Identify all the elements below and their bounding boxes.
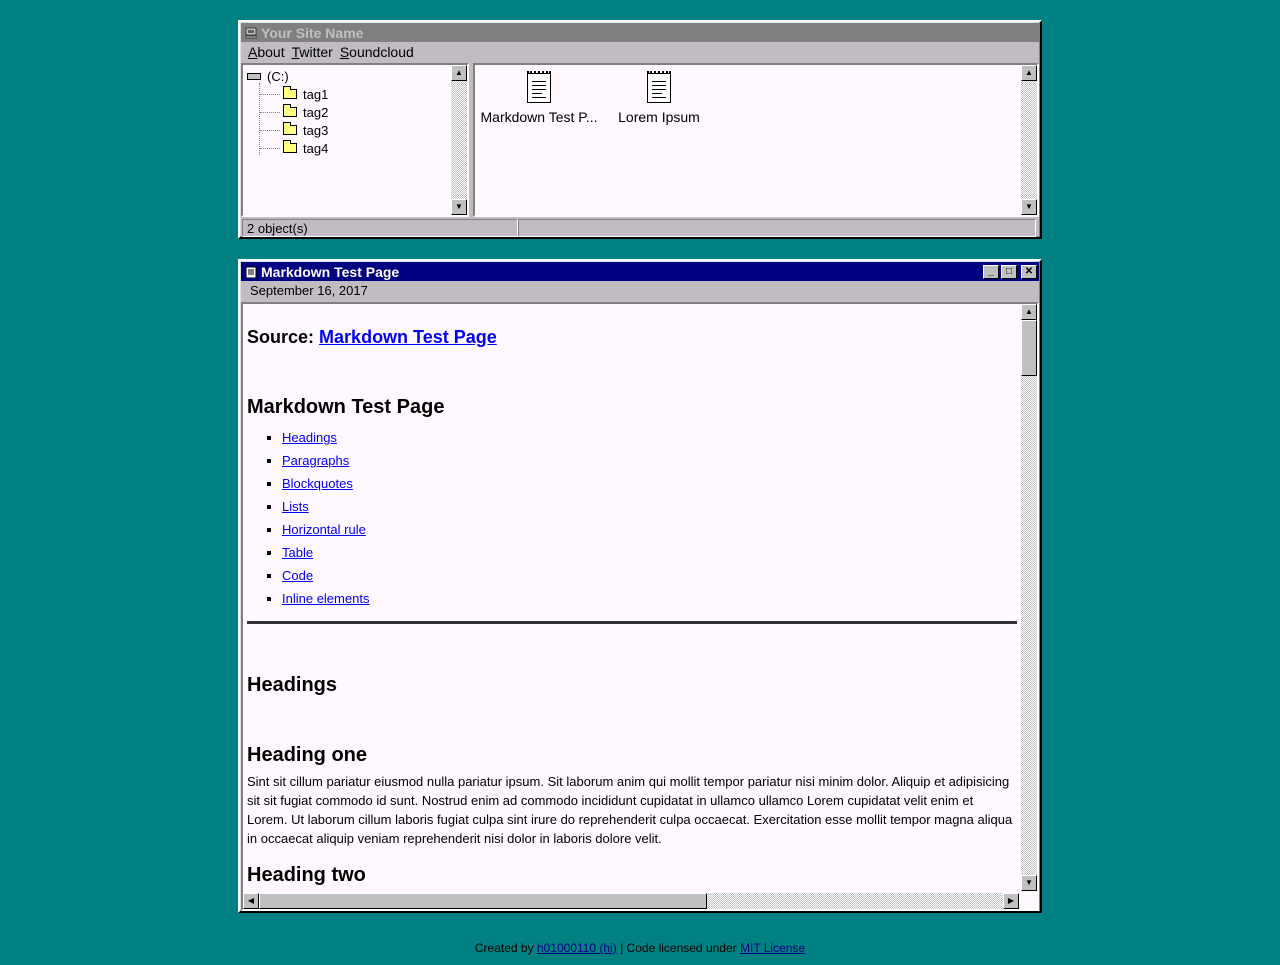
scroll-left-arrow-icon[interactable]: ◀	[243, 893, 259, 909]
author-link[interactable]: h01000110 (hi)	[537, 941, 617, 955]
menu-about[interactable]: About	[248, 44, 285, 60]
document-icon	[647, 71, 671, 103]
tree-item-tag3[interactable]: tag3	[247, 121, 328, 139]
post-titlebar[interactable]: Markdown Test Page _ □ ✕	[241, 262, 1039, 281]
list-item: Code	[282, 564, 1017, 587]
tree-scrollbar[interactable]: ▲ ▼	[451, 65, 467, 215]
file-label: Markdown Test P...	[480, 109, 598, 125]
status-empty	[518, 219, 1036, 237]
files-pane: Markdown Test P... Lorem Ipsum ▲ ▼	[473, 63, 1039, 217]
toc-link-paragraphs[interactable]: Paragraphs	[282, 453, 349, 468]
license-link[interactable]: MIT License	[740, 941, 805, 955]
post-window: Markdown Test Page _ □ ✕ September 16, 2…	[238, 259, 1042, 913]
post-horizontal-scrollbar[interactable]: ◀ ▶	[243, 893, 1019, 909]
explorer-window: Your Site Name About Twitter Soundcloud …	[238, 20, 1042, 239]
toc-list: Headings Paragraphs Blockquotes Lists Ho…	[247, 426, 1017, 610]
scroll-down-arrow-icon[interactable]: ▼	[451, 199, 467, 215]
folder-icon	[283, 140, 297, 153]
paragraph: Sint sit cillum pariatur eiusmod nulla p…	[247, 774, 1013, 846]
source-link[interactable]: Markdown Test Page	[319, 327, 497, 347]
list-item: Horizontal rule	[282, 518, 1017, 541]
folder-icon	[283, 104, 297, 117]
document-icon	[527, 71, 551, 103]
status-bar: 2 object(s)	[242, 219, 1036, 239]
tree-item-tag1[interactable]: tag1	[247, 85, 328, 103]
horizontal-scroll-thumb[interactable]	[259, 893, 707, 909]
post-title: Markdown Test Page	[261, 263, 400, 280]
scroll-up-arrow-icon[interactable]: ▲	[1021, 65, 1037, 81]
folder-icon	[283, 122, 297, 135]
minimize-icon[interactable]: _	[983, 264, 999, 279]
tree-pane: (C:) tag1 tag2 tag3 tag4 ▲ ▼	[241, 63, 469, 217]
computer-icon	[245, 27, 257, 38]
heading-one: Heading one	[247, 744, 368, 766]
notepad-icon	[245, 266, 257, 278]
menu-twitter[interactable]: Twitter	[292, 44, 333, 60]
tree-item-tag4[interactable]: tag4	[247, 139, 328, 157]
file-markdown-test-page[interactable]: Markdown Test P...	[479, 71, 599, 125]
list-item: Headings	[282, 426, 1017, 449]
files-scrollbar[interactable]: ▲ ▼	[1021, 65, 1037, 215]
toc-link-horizontal-rule[interactable]: Horizontal rule	[282, 522, 366, 537]
file-label: Lorem Ipsum	[618, 109, 700, 125]
scroll-up-arrow-icon[interactable]: ▲	[451, 65, 467, 81]
source-heading: Source: Markdown Test Page	[247, 327, 497, 347]
scroll-right-arrow-icon[interactable]: ▶	[1003, 893, 1019, 909]
scroll-down-arrow-icon[interactable]: ▼	[1021, 875, 1037, 891]
post-date: September 16, 2017	[250, 283, 368, 298]
post-heading: Markdown Test Page	[247, 396, 445, 418]
drive-icon	[247, 72, 261, 80]
list-item: Table	[282, 541, 1017, 564]
post-viewport: Source: Markdown Test Page Markdown Test…	[241, 302, 1039, 911]
scroll-up-arrow-icon[interactable]: ▲	[1021, 304, 1037, 320]
menu-soundcloud[interactable]: Soundcloud	[340, 44, 414, 60]
post-content: Source: Markdown Test Page Markdown Test…	[247, 304, 1017, 889]
folder-tree: (C:) tag1 tag2 tag3 tag4	[247, 67, 328, 157]
menu-bar: About Twitter Soundcloud	[240, 42, 1040, 62]
toc-link-code[interactable]: Code	[282, 568, 313, 583]
toc-link-headings[interactable]: Headings	[282, 430, 337, 445]
toc-link-inline-elements[interactable]: Inline elements	[282, 591, 369, 606]
footer: Created by h01000110 (hi) | Code license…	[474, 941, 806, 955]
list-item: Blockquotes	[282, 472, 1017, 495]
heading-two: Heading two	[247, 864, 366, 886]
list-item: Paragraphs	[282, 449, 1017, 472]
section-heading-headings: Headings	[247, 674, 338, 696]
scroll-down-arrow-icon[interactable]: ▼	[1021, 199, 1037, 215]
post-vertical-scrollbar[interactable]: ▲ ▼	[1021, 304, 1037, 891]
folder-icon	[283, 86, 297, 99]
list-item: Inline elements	[282, 587, 1017, 610]
maximize-icon[interactable]: □	[1001, 264, 1017, 279]
status-object-count: 2 object(s)	[242, 219, 518, 237]
explorer-title: Your Site Name	[261, 24, 364, 41]
toc-link-table[interactable]: Table	[282, 545, 313, 560]
list-item: Lists	[282, 495, 1017, 518]
vertical-scroll-thumb[interactable]	[1021, 320, 1037, 376]
toc-link-lists[interactable]: Lists	[282, 499, 309, 514]
file-lorem-ipsum[interactable]: Lorem Ipsum	[599, 71, 719, 125]
close-icon[interactable]: ✕	[1021, 264, 1037, 279]
tree-item-tag2[interactable]: tag2	[247, 103, 328, 121]
toc-link-blockquotes[interactable]: Blockquotes	[282, 476, 353, 491]
explorer-titlebar[interactable]: Your Site Name	[241, 23, 1039, 42]
